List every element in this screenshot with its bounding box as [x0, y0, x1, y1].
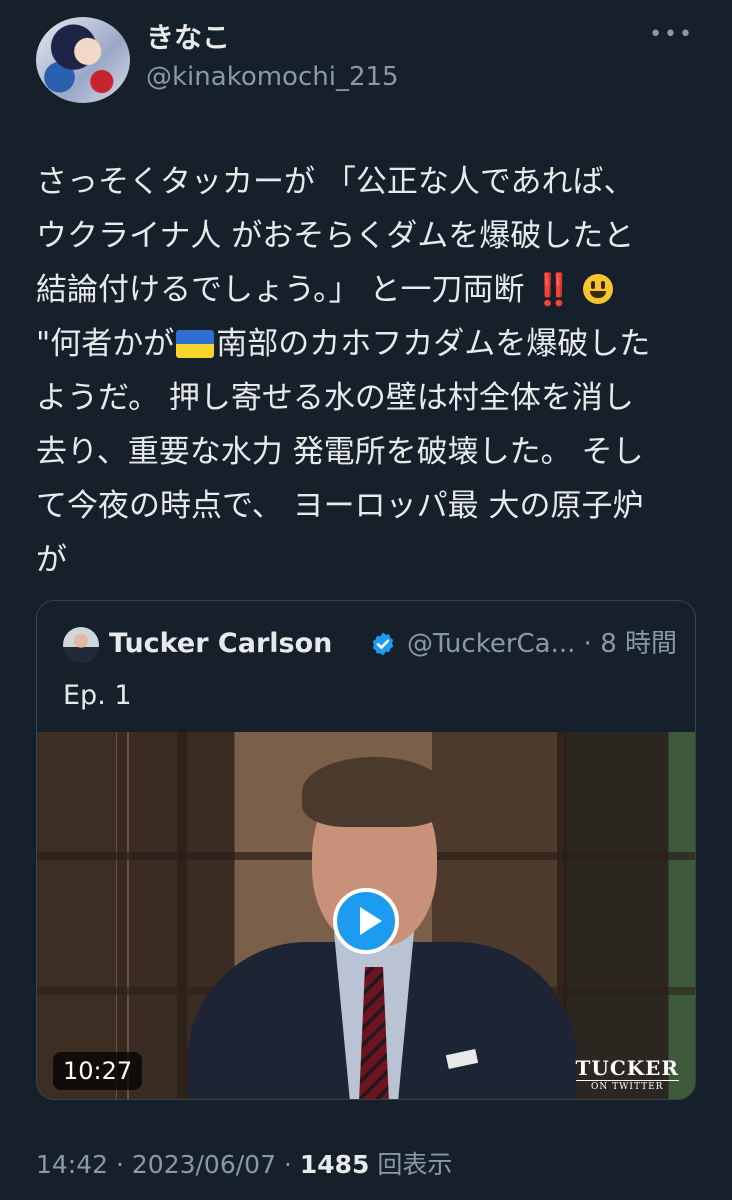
tweet-line-text: 結論付けるでしょう。」 と一刀両断 [36, 272, 525, 308]
author-avatar[interactable] [36, 17, 130, 103]
tweet-line-text: "何者かが [36, 326, 175, 362]
wood-post [117, 732, 127, 1099]
tweet-line: が [36, 542, 67, 578]
verified-badge-icon [372, 632, 394, 656]
quoted-tweet-meta: @TuckerCa... · 8 時間 [407, 629, 678, 659]
watermark-sub: ON TWITTER [575, 1080, 679, 1092]
more-dots-icon[interactable]: ••• [649, 24, 694, 46]
quoted-author-avatar [63, 627, 99, 663]
video-player[interactable]: 10:27 TUCKER ON TWITTER [37, 732, 695, 1099]
double-exclamation-emoji: ‼️ [534, 272, 573, 308]
view-count-label: 回表示 [369, 1150, 453, 1179]
tweet-line: ウクライナ人 がおそらくダムを爆破したと [36, 218, 635, 254]
view-count[interactable]: 1485 [300, 1150, 370, 1179]
quoted-author-name: Tucker Carlson [109, 628, 333, 659]
tweet-date: 2023/06/07 [131, 1150, 276, 1179]
wood-post [177, 732, 187, 1099]
author-display-name[interactable]: きなこ [146, 20, 230, 56]
video-duration-badge: 10:27 [53, 1052, 143, 1090]
separator: · [108, 1150, 132, 1179]
author-handle[interactable]: @kinakomochi_215 [146, 60, 399, 94]
tweet-line: 結論付けるでしょう。」 と一刀両断 ‼️ [36, 263, 706, 317]
quoted-tweet-card[interactable]: Tucker Carlson @TuckerCa... · 8 時間 Ep. 1… [36, 600, 696, 1100]
tweet-line: 去り、重要な水力 発電所を破壊した。 そし [36, 434, 644, 470]
tweet-text: さっそくタッカーが 「公正な人であれば、 ウクライナ人 がおそらくダムを爆破した… [36, 155, 706, 587]
separator: · [275, 1150, 300, 1179]
tucker-watermark-logo: TUCKER ON TWITTER [575, 1056, 679, 1092]
tweet-line-text: 南部のカホフカダムを爆破した [216, 326, 651, 362]
tweet-line: さっそくタッカーが 「公正な人であれば、 [36, 164, 635, 200]
quoted-tweet-text: Ep. 1 [63, 680, 132, 711]
tweet-footer-meta: 14:42 · 2023/06/07 · 1485 回表示 [36, 1147, 452, 1183]
tweet-line: て今夜の時点で、 ヨーロッパ最 大の原子炉 [36, 488, 644, 524]
tweet-line: "何者かが 南部のカホフカダムを爆破した [36, 317, 706, 371]
smiley-face-emoji [582, 274, 613, 304]
tweet-line: ようだ。 押し寄せる水の壁は村全体を消し [36, 380, 634, 416]
ukraine-flag-emoji [176, 330, 215, 358]
video-person-hair [302, 757, 447, 827]
tweet-detail: きなこ @kinakomochi_215 ••• さっそくタッカーが 「公正な人… [0, 0, 732, 1200]
watermark-main: TUCKER [575, 1056, 679, 1080]
tweet-time: 14:42 [36, 1150, 109, 1179]
play-icon[interactable] [333, 888, 399, 954]
